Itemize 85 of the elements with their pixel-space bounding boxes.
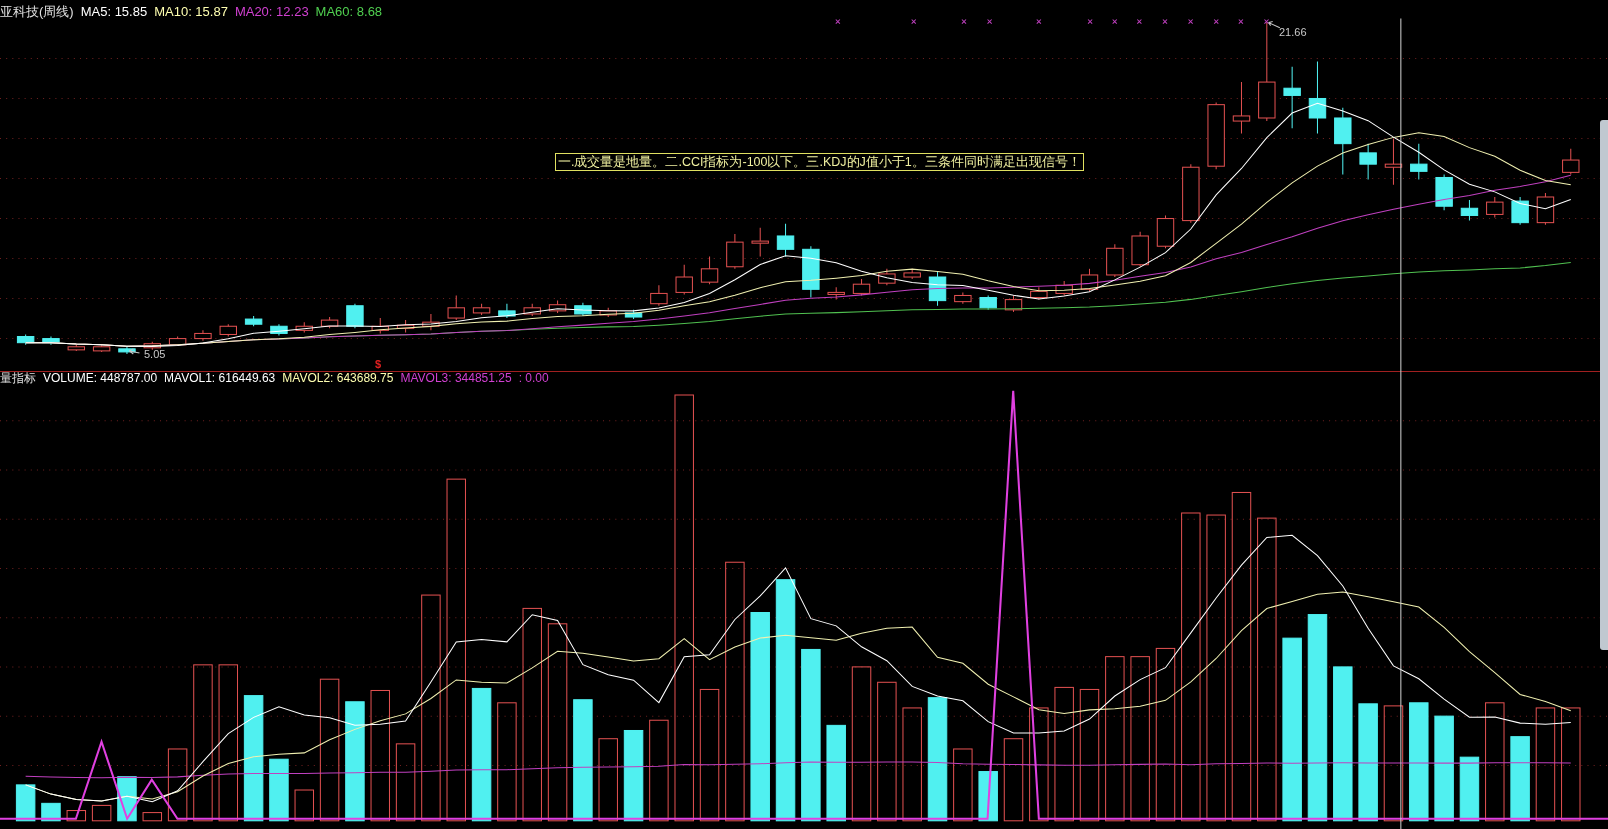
candlestick	[726, 233, 744, 270]
scrollbar[interactable]	[1600, 120, 1608, 650]
indicator-value: VOLUME: 448787.00	[43, 371, 158, 386]
indicator-value: MAVOL1: 616449.63	[164, 371, 276, 386]
candlestick	[168, 336, 187, 347]
candlestick	[751, 227, 769, 257]
volume-bar	[15, 784, 36, 822]
volume-bar	[142, 812, 163, 822]
candlestick	[320, 316, 339, 329]
indicator-value: MA20: 12.23	[234, 4, 309, 20]
candlestick	[802, 245, 820, 299]
candlestick	[878, 268, 896, 286]
candlestick	[472, 303, 491, 316]
candlestick	[92, 344, 111, 353]
candlestick	[1080, 268, 1099, 292]
volume-bar	[1459, 756, 1480, 822]
candlestick	[1486, 196, 1504, 219]
candlestick	[143, 341, 161, 351]
indicator-value: : 0.00	[518, 371, 549, 386]
candlestick	[979, 294, 997, 311]
candlestick	[498, 303, 516, 319]
indicator-value: MAVOL2: 643689.75	[282, 371, 394, 386]
candlestick	[1359, 143, 1377, 181]
candlestick	[1283, 66, 1301, 129]
candlestick	[700, 256, 719, 285]
volume-bar	[91, 804, 112, 822]
candlestick	[903, 268, 921, 280]
volume-bar	[269, 758, 289, 822]
candlestick	[67, 344, 85, 352]
candlestick	[1435, 173, 1453, 211]
candlestick	[1536, 192, 1555, 226]
candlestick	[1384, 138, 1403, 186]
indicator-value: MA60: 8.68	[315, 4, 383, 20]
candlestick	[1511, 196, 1529, 226]
candlestick	[1562, 148, 1580, 175]
candlestick	[574, 302, 592, 317]
candlestick	[675, 264, 693, 295]
signal-condition-note: 一.成交量是地量。二.CCI指标为-100以下。三.KDJ的J值小于1。三条件同时满足出现信号！	[555, 153, 1084, 171]
candlestick	[599, 307, 617, 318]
candlestick	[1004, 294, 1023, 313]
candlestick	[1410, 143, 1428, 181]
candlestick	[1030, 286, 1048, 301]
candlestick	[194, 329, 212, 342]
candlestick	[219, 323, 237, 338]
indicator-title: 量指标	[0, 371, 36, 386]
candlestick	[118, 346, 136, 355]
candlestick	[16, 333, 35, 346]
candlestick	[523, 303, 541, 317]
candlestick	[650, 284, 668, 307]
candlestick	[371, 317, 389, 334]
candlestick	[1106, 243, 1124, 278]
candlestick	[1232, 81, 1251, 134]
candlestick	[1207, 102, 1225, 170]
signal-mark: $	[375, 358, 382, 370]
candlestick	[270, 323, 288, 336]
candlestick	[1334, 107, 1352, 175]
chart-title: 亚科技(周线)	[0, 4, 74, 20]
candlestick	[422, 313, 440, 331]
leader-line	[1268, 21, 1281, 29]
candlestick	[548, 300, 567, 314]
candlestick	[42, 336, 60, 346]
candlestick	[447, 294, 465, 321]
low-price-label: 5.05	[144, 347, 166, 362]
volume-bar	[294, 789, 314, 822]
candlestick	[928, 271, 947, 307]
leader-line	[128, 348, 140, 355]
candlestick	[624, 309, 643, 320]
volume-bar	[66, 810, 87, 822]
candlestick	[954, 291, 972, 305]
candlestick	[1055, 280, 1073, 296]
candlestick	[776, 223, 795, 257]
indicator-value: MA10: 15.87	[154, 4, 228, 20]
candlestick	[396, 319, 415, 333]
candlestick	[1460, 199, 1479, 222]
candlestick	[1156, 214, 1175, 249]
candlestick	[827, 286, 845, 301]
candlestick	[244, 315, 263, 327]
candlestick	[1182, 163, 1200, 224]
indicator-value: MA5: 15.85	[80, 4, 148, 20]
candlestick	[295, 321, 313, 333]
candlestick	[346, 303, 364, 329]
indicator-value: MAVOL3: 344851.25	[400, 371, 512, 386]
candlestick	[852, 278, 871, 296]
high-price-label: 21.66	[1279, 25, 1307, 40]
candlestick	[1131, 231, 1149, 268]
